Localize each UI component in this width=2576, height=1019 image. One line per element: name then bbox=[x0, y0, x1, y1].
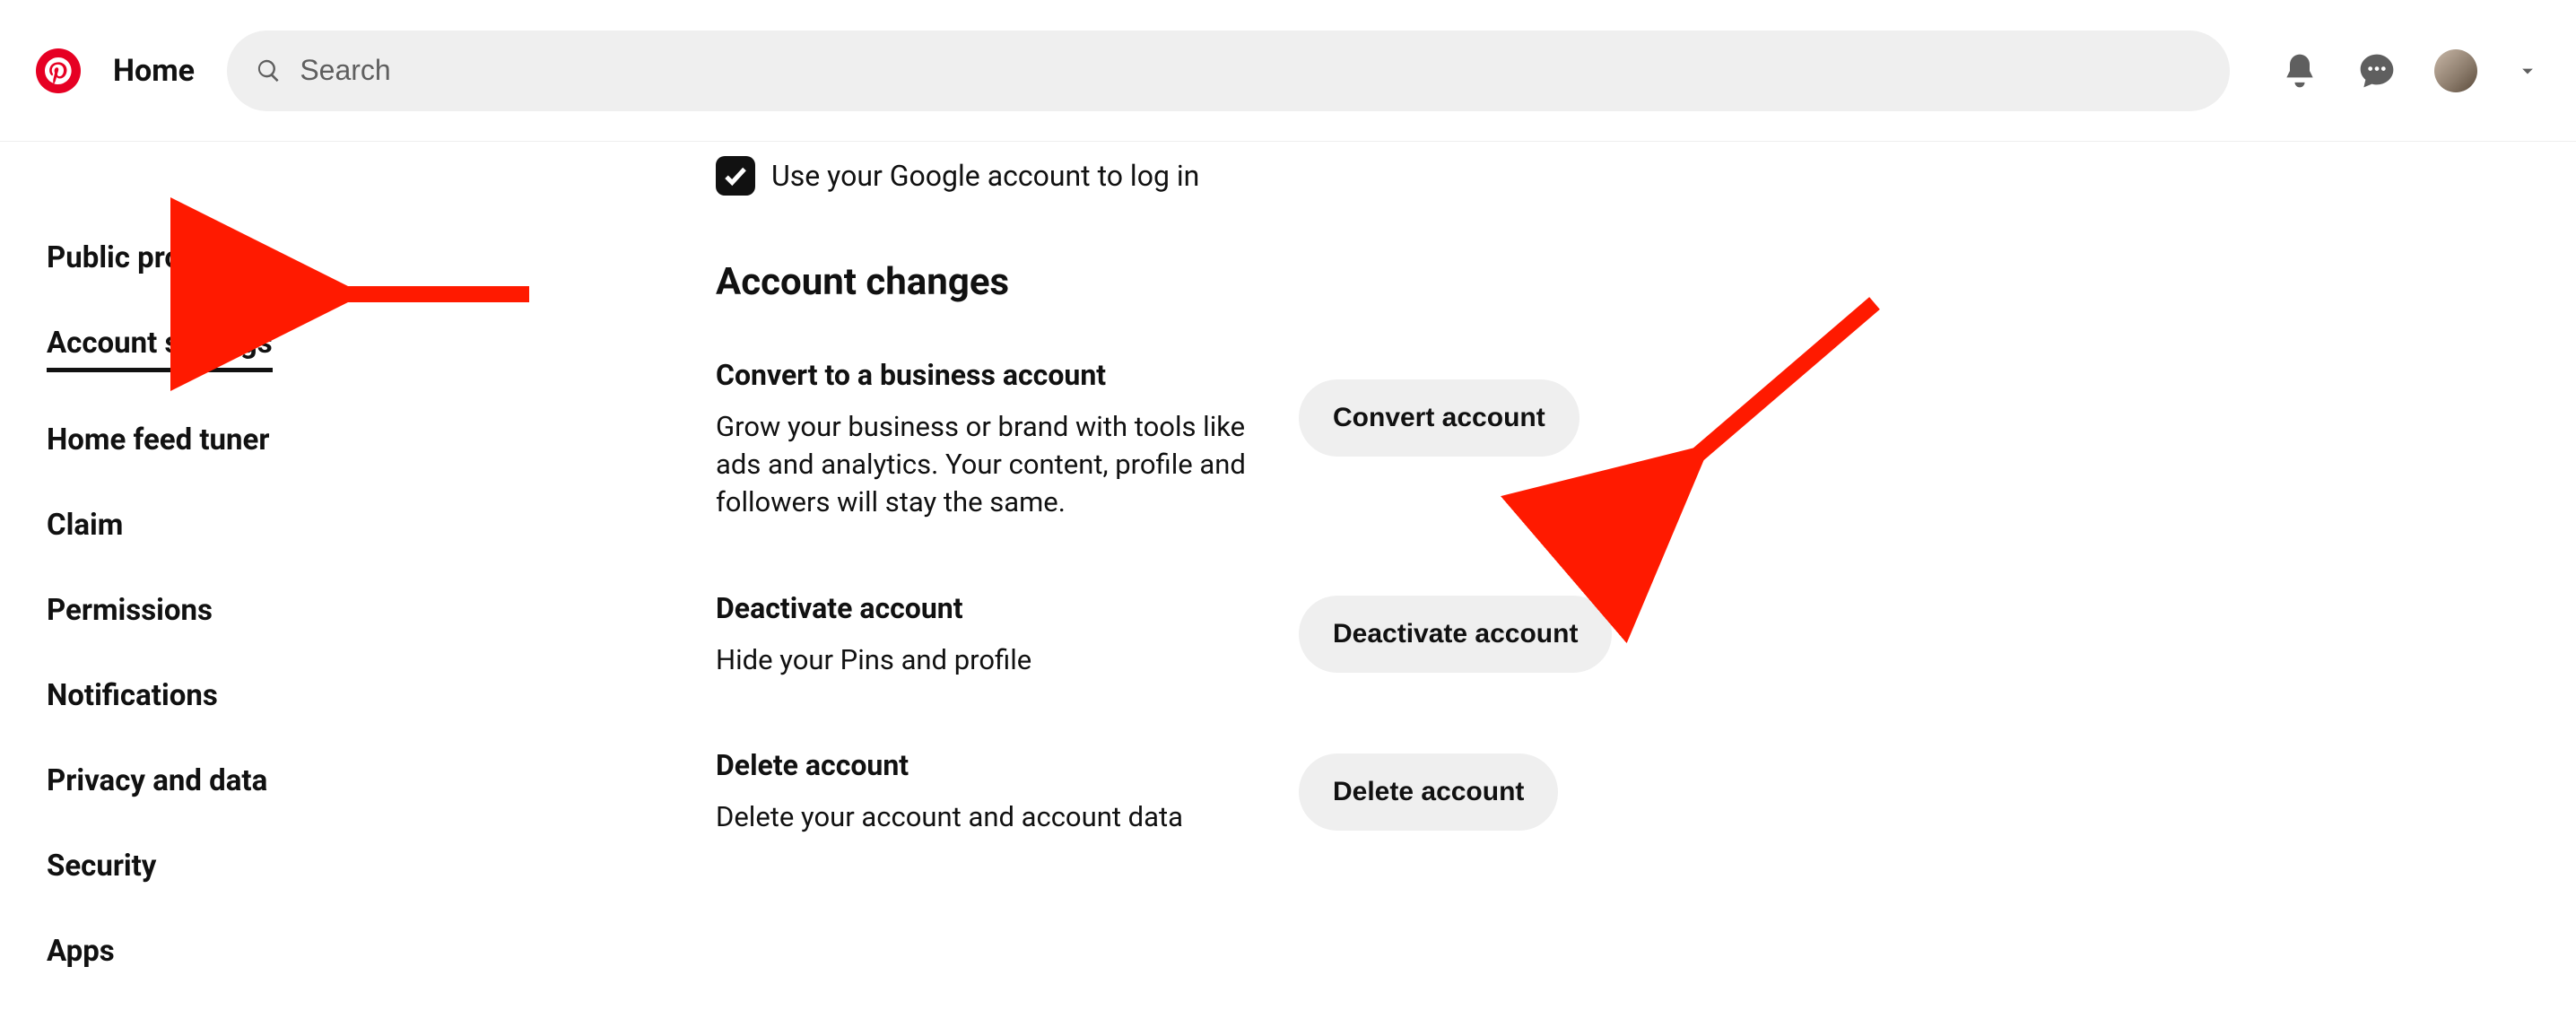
search-icon bbox=[256, 57, 282, 84]
sidebar-item-permissions[interactable]: Permissions bbox=[47, 593, 213, 628]
sidebar-item-claim[interactable]: Claim bbox=[47, 508, 123, 543]
sidebar-item-account-settings[interactable]: Account settings bbox=[47, 326, 273, 372]
content: Public profile Account settings Home feed … bbox=[0, 142, 2576, 1019]
google-login-option[interactable]: Use your Google account to log in bbox=[716, 142, 2576, 196]
google-login-checkbox[interactable] bbox=[716, 156, 755, 196]
convert-account-button[interactable]: Convert account bbox=[1299, 379, 1580, 457]
search-bar[interactable] bbox=[227, 30, 2230, 111]
deactivate-account-button[interactable]: Deactivate account bbox=[1299, 596, 1612, 673]
setting-row: Deactivate account Hide your Pins and pro… bbox=[716, 591, 2576, 679]
avatar[interactable] bbox=[2434, 49, 2477, 92]
sidebar: Public profile Account settings Home feed … bbox=[0, 142, 664, 1019]
search-input[interactable] bbox=[300, 54, 2201, 87]
header-icons bbox=[2280, 49, 2540, 92]
setting-label: Deactivate account bbox=[716, 591, 1263, 625]
sidebar-item-notifications[interactable]: Notifications bbox=[47, 678, 218, 713]
chevron-down-icon[interactable] bbox=[2515, 58, 2540, 83]
setting-label: Delete account bbox=[716, 748, 1263, 782]
home-link[interactable]: Home bbox=[113, 53, 195, 89]
pinterest-logo[interactable] bbox=[36, 48, 81, 93]
sidebar-item-privacy-and-data[interactable]: Privacy and data bbox=[47, 763, 267, 798]
messages-icon[interactable] bbox=[2357, 51, 2397, 91]
header: Home bbox=[0, 0, 2576, 142]
sidebar-item-home-feed-tuner[interactable]: Home feed tuner bbox=[47, 422, 269, 457]
sidebar-item-public-profile[interactable]: Public profile bbox=[47, 240, 223, 275]
notifications-icon[interactable] bbox=[2280, 51, 2319, 91]
main: Use your Google account to log in Accoun… bbox=[664, 142, 2576, 1019]
google-login-label: Use your Google account to log in bbox=[771, 159, 1199, 193]
sidebar-item-apps[interactable]: Apps bbox=[47, 934, 115, 969]
sidebar-item-security[interactable]: Security bbox=[47, 849, 156, 884]
check-icon bbox=[722, 162, 749, 189]
setting-desc: Delete your account and account data bbox=[716, 798, 1263, 836]
delete-account-button[interactable]: Delete account bbox=[1299, 753, 1558, 831]
setting-row: Delete account Delete your account and ac… bbox=[716, 748, 2576, 836]
section-title: Account changes bbox=[716, 260, 2576, 304]
setting-desc: Hide your Pins and profile bbox=[716, 641, 1263, 679]
setting-row: Convert to a business account Grow your b… bbox=[716, 358, 2576, 521]
setting-label: Convert to a business account bbox=[716, 358, 1263, 392]
setting-desc: Grow your business or brand with tools l… bbox=[716, 408, 1263, 521]
